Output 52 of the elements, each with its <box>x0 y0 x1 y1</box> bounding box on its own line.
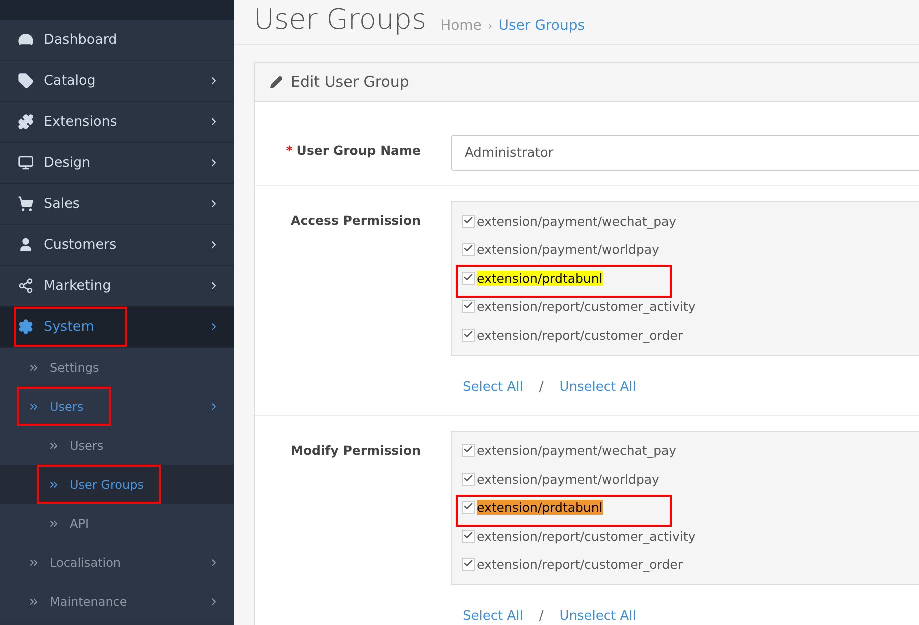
permission-label: extension/prdtabunl <box>477 500 603 516</box>
sidebar-item[interactable]: User Groups <box>0 465 234 504</box>
sidebar-item[interactable]: Maintenance <box>0 582 234 621</box>
tag-icon <box>18 73 34 89</box>
link-divider: / <box>539 380 544 394</box>
permission-label: extension/report/customer_order <box>477 557 683 572</box>
permission-label: extension/payment/wechat_pay <box>477 443 677 458</box>
permission-label: extension/payment/worldpay <box>477 472 660 487</box>
checkbox[interactable] <box>462 530 475 543</box>
checkbox[interactable] <box>462 501 475 514</box>
share-icon <box>18 278 34 294</box>
sidebar-item[interactable]: Settings <box>0 348 234 387</box>
permission-label: extension/payment/wechat_pay <box>477 214 677 229</box>
permission-label: extension/report/customer_activity <box>477 528 696 544</box>
pencil-icon <box>270 76 283 88</box>
puzzle-icon <box>18 114 34 130</box>
sidebar-item[interactable]: System <box>0 307 234 348</box>
checkbox[interactable] <box>462 444 475 458</box>
permission-label: extension/payment/worldpay <box>477 242 660 258</box>
checkbox[interactable] <box>462 300 475 314</box>
field-label: Access Permission <box>290 212 422 230</box>
panel-title: Edit User Group <box>291 73 410 91</box>
checkbox[interactable] <box>462 214 475 228</box>
sidebar-item[interactable]: API <box>0 504 234 543</box>
gauge-icon <box>18 32 34 48</box>
permission-label: extension/report/customer_activity <box>477 299 696 314</box>
checkbox[interactable] <box>462 472 475 486</box>
sidebar-item[interactable]: Localisation <box>0 543 234 582</box>
page-title: User Groups <box>254 6 427 34</box>
select-all-link[interactable]: Select All <box>463 609 524 624</box>
unselect-all-link[interactable]: Unselect All <box>560 380 636 394</box>
checkbox[interactable] <box>462 272 475 285</box>
sidebar-item[interactable]: Users <box>0 387 234 426</box>
checkbox[interactable] <box>462 558 475 572</box>
input-field[interactable]: Administrator <box>451 135 919 171</box>
breadcrumb-link[interactable]: User Groups <box>498 18 585 34</box>
permission-label: extension/report/customer_order <box>477 328 683 343</box>
breadcrumb-link[interactable]: Home <box>440 18 482 34</box>
cart-icon <box>18 196 34 212</box>
settings-icon <box>18 319 34 335</box>
permission-label: extension/prdtabunl <box>477 270 603 286</box>
link-divider: / <box>539 609 544 624</box>
unselect-all-link[interactable]: Unselect All <box>560 609 636 624</box>
sidebar-item[interactable]: Users <box>0 426 234 465</box>
field-label: * User Group Name <box>285 142 422 160</box>
monitor-icon <box>18 155 34 171</box>
breadcrumb-separator: › <box>488 19 493 33</box>
field-label: Modify Permission <box>290 442 422 460</box>
checkbox[interactable] <box>462 328 475 342</box>
select-all-link[interactable]: Select All <box>463 380 524 394</box>
checkbox[interactable] <box>462 243 475 256</box>
user-icon <box>18 237 34 253</box>
